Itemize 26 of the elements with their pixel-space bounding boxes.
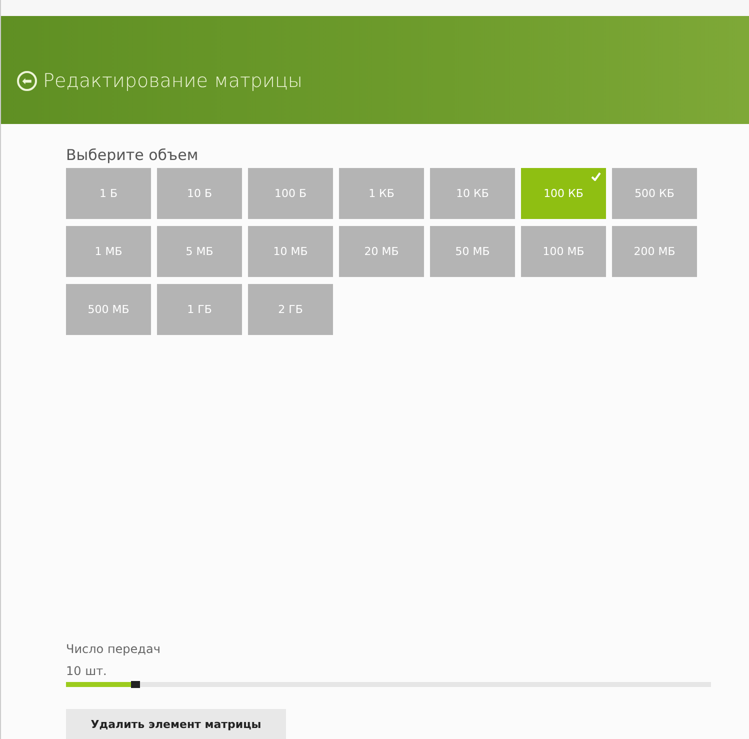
size-tile[interactable]: 1 КБ (339, 168, 424, 219)
size-tile[interactable]: 50 МБ (430, 226, 515, 277)
delete-button[interactable]: Удалить элемент матрицы (66, 709, 286, 739)
size-tile[interactable]: 500 КБ (612, 168, 697, 219)
check-icon (591, 172, 601, 181)
slider-track[interactable] (66, 682, 711, 687)
size-tile[interactable]: 5 МБ (157, 226, 242, 277)
size-tile[interactable]: 100 МБ (521, 226, 606, 277)
size-tile[interactable]: 200 МБ (612, 226, 697, 277)
size-tile[interactable]: 1 ГБ (157, 284, 242, 335)
slider-value: 10 шт. (66, 664, 108, 678)
size-tile[interactable]: 100 Б (248, 168, 333, 219)
size-tile[interactable]: 10 Б (157, 168, 242, 219)
size-tile[interactable]: 100 КБ (521, 168, 606, 219)
size-tile[interactable]: 1 Б (66, 168, 151, 219)
size-tile[interactable]: 10 КБ (430, 168, 515, 219)
section-label: Выберите объем (66, 146, 200, 164)
size-tile[interactable]: 500 МБ (66, 284, 151, 335)
size-tile[interactable]: 2 ГБ (248, 284, 333, 335)
back-button[interactable]: ⬅ (17, 71, 37, 91)
page-title: Редактирование матрицы (43, 70, 302, 92)
size-tile[interactable]: 1 МБ (66, 226, 151, 277)
size-tile[interactable]: 20 МБ (339, 226, 424, 277)
slider-thumb[interactable] (130, 681, 140, 688)
slider-label: Число передач (66, 642, 162, 656)
size-tile[interactable]: 10 МБ (248, 226, 333, 277)
